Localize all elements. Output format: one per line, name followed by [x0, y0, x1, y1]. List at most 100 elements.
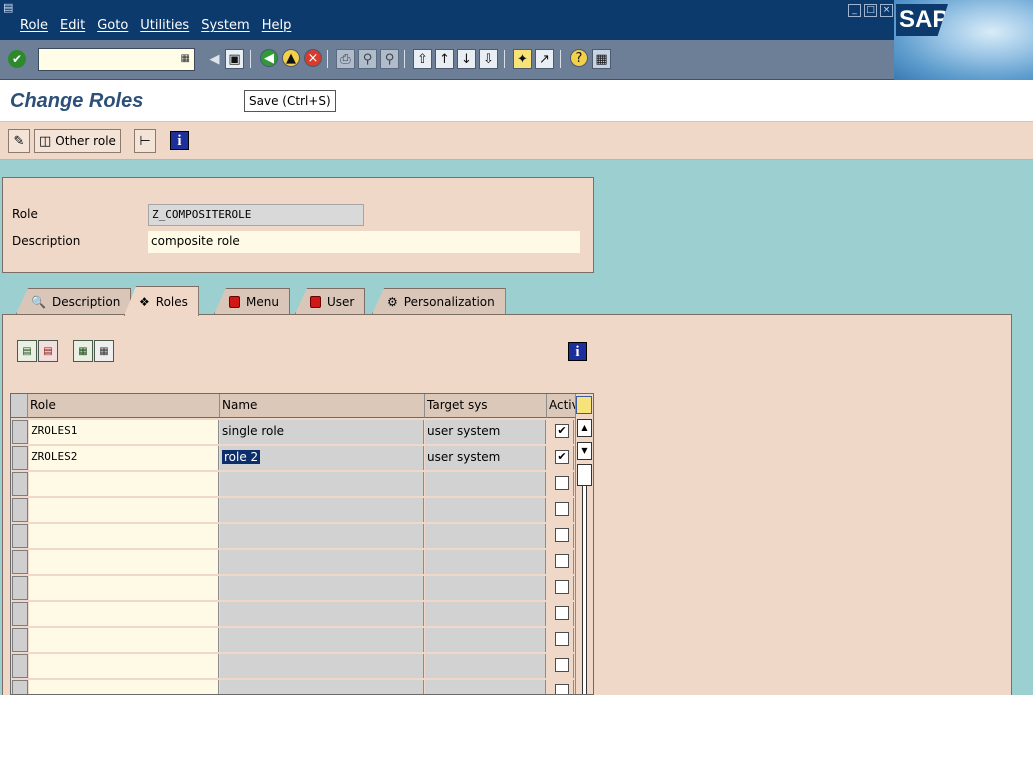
window-controls: _ □ ×	[848, 4, 893, 17]
row-selector[interactable]	[12, 602, 28, 626]
active-checkbox[interactable]	[555, 632, 569, 646]
row-selector[interactable]	[12, 628, 28, 652]
menu-goto[interactable]: Goto	[97, 18, 128, 33]
column-header-role[interactable]: Role	[28, 394, 220, 418]
active-checkbox[interactable]	[555, 606, 569, 620]
pencil-glasses-icon: ✎	[13, 133, 25, 149]
system-menu-icon[interactable]: ▤	[3, 2, 15, 14]
row-selector[interactable]	[12, 498, 28, 522]
enter-check-icon[interactable]: ✔	[8, 50, 26, 68]
row-selector[interactable]	[12, 576, 28, 600]
command-history-icon[interactable]: ▦	[181, 53, 190, 64]
cell-role[interactable]	[29, 602, 219, 626]
menu-utilities[interactable]: Utilities	[140, 18, 189, 33]
hierarchy-icon: ⊢	[139, 133, 151, 149]
maximize-icon[interactable]: □	[864, 4, 877, 17]
cell-role[interactable]	[29, 654, 219, 678]
tab-personalization[interactable]: ⚙ Personalization	[372, 288, 506, 314]
deselect-all-button[interactable]: ▦	[94, 340, 114, 362]
description-field[interactable]: composite role	[148, 231, 580, 253]
cell-role[interactable]	[29, 628, 219, 652]
cell-target-sys	[425, 602, 546, 626]
create-shortcut-icon[interactable]: ↗	[535, 49, 554, 69]
active-checkbox[interactable]	[555, 554, 569, 568]
column-header-active[interactable]: Activ	[547, 394, 576, 418]
cell-role[interactable]	[29, 680, 219, 694]
cell-role[interactable]	[29, 472, 219, 496]
cell-role[interactable]	[29, 550, 219, 574]
scroll-down-icon[interactable]: ▼	[577, 442, 592, 460]
row-selector[interactable]	[12, 550, 28, 574]
table-row	[11, 575, 593, 601]
last-page-icon[interactable]: ⇩	[479, 49, 498, 69]
cell-target-sys: user system	[425, 420, 546, 444]
create-session-icon[interactable]: ✦	[513, 49, 532, 69]
minimize-icon[interactable]: _	[848, 4, 861, 17]
cell-target-sys	[425, 680, 546, 694]
scroll-up-icon[interactable]: ▲	[577, 419, 592, 437]
insert-row-button[interactable]: ▤	[17, 340, 37, 362]
active-checkbox[interactable]	[555, 684, 569, 694]
column-header-target-sys[interactable]: Target sys	[425, 394, 547, 418]
tab-description-label: Description	[51, 294, 121, 309]
back-icon[interactable]: ◀	[260, 49, 278, 67]
cell-role[interactable]: ZROLES1	[29, 420, 219, 444]
active-checkbox[interactable]: ✔	[555, 424, 569, 438]
print-icon: ⎙	[336, 49, 355, 69]
select-all-rows-handle[interactable]	[11, 394, 28, 418]
first-page-icon[interactable]: ⇧	[413, 49, 432, 69]
row-selector[interactable]	[12, 420, 28, 444]
table-settings-icon[interactable]	[576, 396, 592, 414]
exit-icon[interactable]: ▲	[282, 49, 300, 67]
cell-role[interactable]: ZROLES2	[29, 446, 219, 470]
delete-row-button[interactable]: ▤	[38, 340, 58, 362]
active-checkbox[interactable]	[555, 502, 569, 516]
cell-role[interactable]	[29, 576, 219, 600]
scroll-track[interactable]	[582, 486, 587, 694]
active-checkbox[interactable]: ✔	[555, 450, 569, 464]
row-selector[interactable]	[12, 472, 28, 496]
sap-logo: SAP	[894, 0, 1033, 80]
layout-menu-icon[interactable]: ▦	[592, 49, 611, 69]
row-selector[interactable]	[12, 654, 28, 678]
menu-role[interactable]: Role	[20, 18, 48, 33]
work-area: Role Z_COMPOSITEROLE Description composi…	[0, 160, 1033, 695]
active-checkbox[interactable]	[555, 658, 569, 672]
menu-edit[interactable]: Edit	[60, 18, 85, 33]
column-header-name[interactable]: Name	[220, 394, 425, 418]
command-field[interactable]: ▦	[38, 48, 195, 71]
table-row	[11, 601, 593, 627]
collapse-icon[interactable]: ◀	[205, 49, 224, 69]
tab-user[interactable]: User	[295, 288, 366, 314]
active-checkbox[interactable]	[555, 528, 569, 542]
tab-roles[interactable]: ❖ Roles	[124, 286, 199, 316]
cancel-icon[interactable]: ×	[304, 49, 322, 67]
hierarchy-button[interactable]: ⊢	[134, 129, 156, 153]
next-page-icon[interactable]: ↓	[457, 49, 476, 69]
info-icon[interactable]: i	[170, 131, 189, 150]
row-selector[interactable]	[12, 446, 28, 470]
scroll-thumb[interactable]	[577, 464, 592, 486]
close-icon[interactable]: ×	[880, 4, 893, 17]
menu-help[interactable]: Help	[262, 18, 292, 33]
row-selector[interactable]	[12, 524, 28, 548]
help-icon[interactable]: ?	[570, 49, 588, 67]
row-selector[interactable]	[12, 680, 28, 694]
tab-menu[interactable]: Menu	[214, 288, 290, 314]
info-icon[interactable]: i	[568, 342, 587, 361]
display-change-button[interactable]: ✎	[8, 129, 30, 153]
cell-role[interactable]	[29, 498, 219, 522]
save-icon[interactable]: ▣	[225, 49, 244, 69]
menu-system[interactable]: System	[201, 18, 249, 33]
previous-page-icon[interactable]: ↑	[435, 49, 454, 69]
menu-bar: ▤ Role Edit Goto Utilities System Help _…	[0, 0, 1033, 40]
table-row	[11, 549, 593, 575]
tab-description[interactable]: 🔍 Description	[16, 288, 132, 314]
toolbar-separator	[504, 50, 505, 68]
other-role-button[interactable]: ◫ Other role	[34, 129, 121, 153]
select-all-button[interactable]: ▦	[73, 340, 93, 362]
active-checkbox[interactable]	[555, 580, 569, 594]
vertical-scrollbar[interactable]: ▲ ▼	[575, 418, 593, 694]
active-checkbox[interactable]	[555, 476, 569, 490]
cell-role[interactable]	[29, 524, 219, 548]
